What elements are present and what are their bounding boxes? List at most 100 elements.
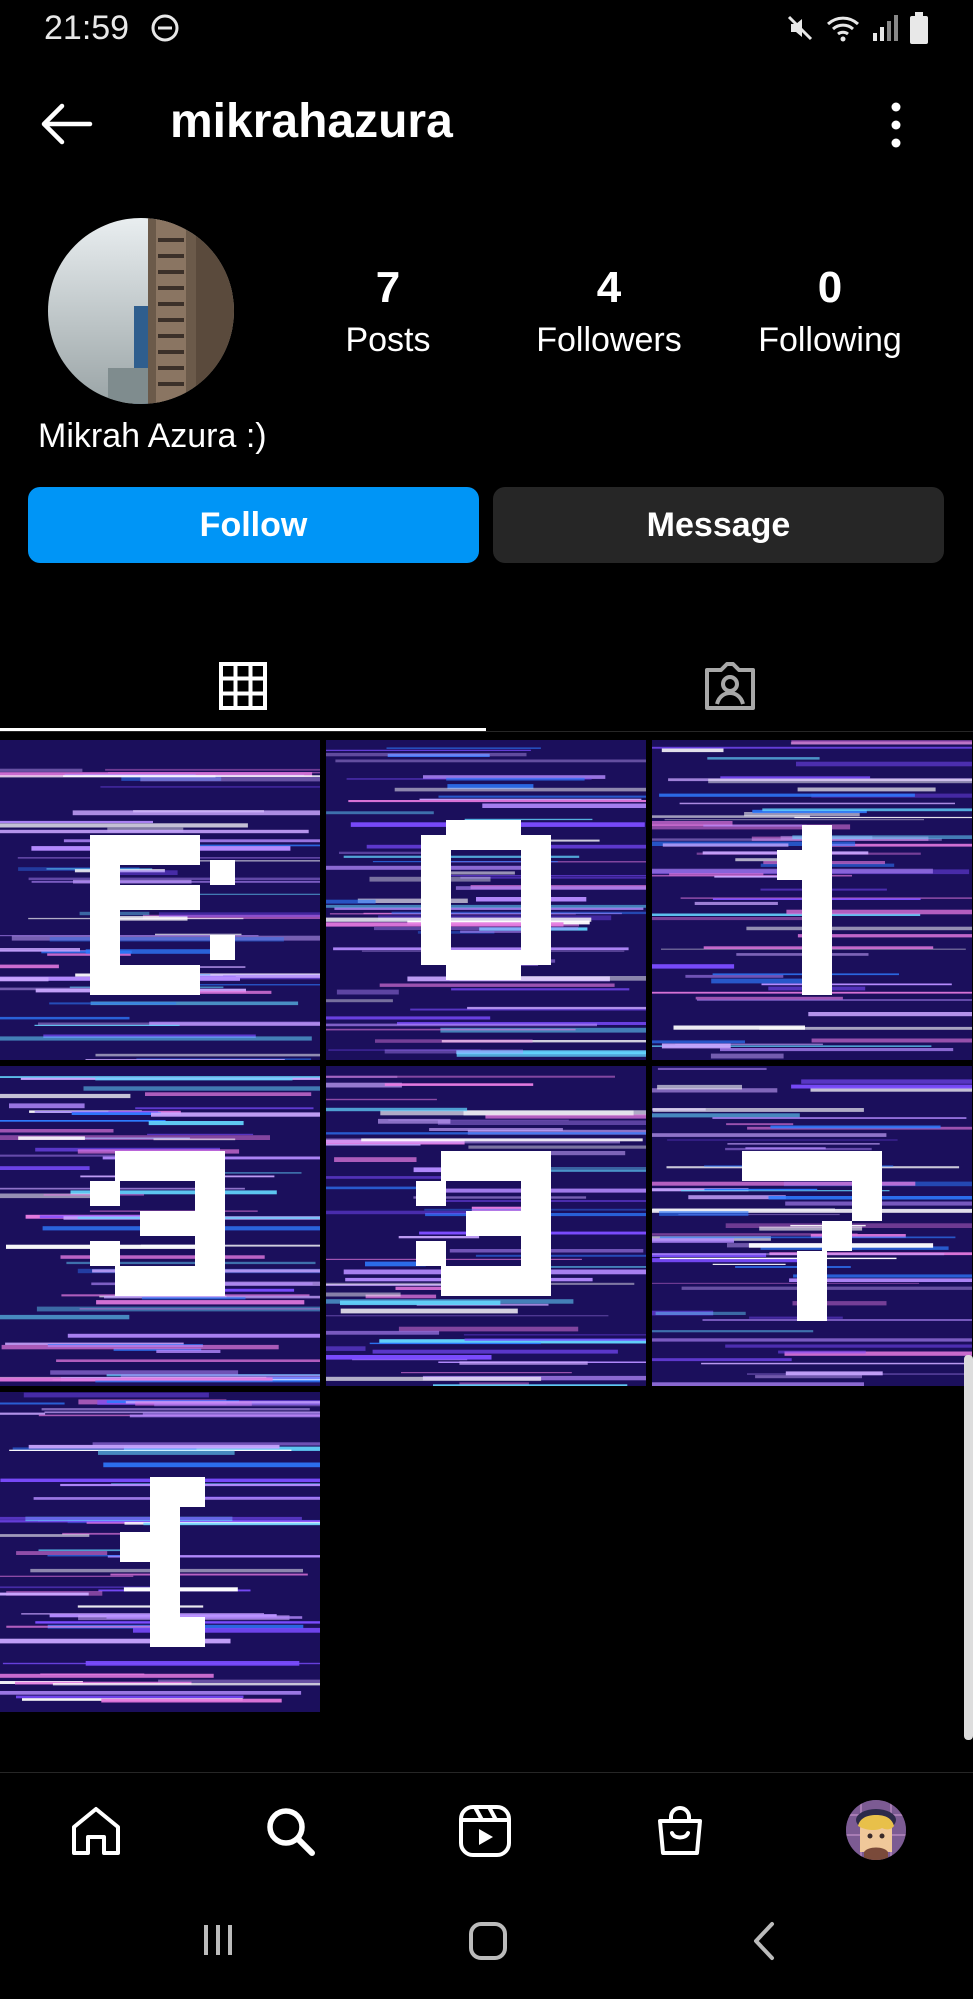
- glitch-line: [378, 1118, 451, 1124]
- profile-avatar[interactable]: [48, 218, 234, 404]
- glitch-line: [72, 810, 320, 816]
- post-glyph-block: [150, 1617, 205, 1647]
- glitch-line: [326, 1098, 437, 1101]
- glitch-line: [52, 1683, 320, 1686]
- glitch-line: [0, 768, 83, 772]
- stat-following[interactable]: 0 Following: [730, 262, 930, 362]
- glitch-line: [85, 1059, 285, 1060]
- back-arrow-icon[interactable]: [38, 100, 94, 148]
- post-glyph-block: [150, 1477, 205, 1507]
- post-tile[interactable]: [652, 1066, 972, 1386]
- glitch-line: [712, 1117, 967, 1119]
- glitch-line: [770, 1125, 941, 1129]
- glitch-line: [18, 1136, 85, 1140]
- recent-apps-icon[interactable]: [198, 1920, 238, 1960]
- glitch-line: [438, 795, 646, 798]
- glitch-line: [49, 1002, 177, 1005]
- glitch-line: [703, 824, 807, 827]
- glitch-line: [67, 1333, 320, 1338]
- post-tile[interactable]: [0, 740, 320, 1060]
- post-glyph-block: [90, 965, 200, 995]
- glitch-line: [386, 747, 541, 749]
- glitch-line: [375, 1039, 533, 1043]
- glitch-line: [0, 948, 80, 952]
- post-tile[interactable]: [0, 1392, 320, 1712]
- glitch-line: [394, 787, 646, 792]
- post-glyph-block: [90, 1181, 120, 1206]
- glitch-line: [28, 877, 320, 881]
- home-icon[interactable]: [68, 1803, 124, 1859]
- glitch-line: [326, 1016, 491, 1020]
- mute-icon: [787, 15, 813, 41]
- glitch-line: [661, 748, 724, 753]
- glitch-line: [746, 926, 972, 931]
- glitch-line: [401, 1372, 572, 1374]
- glitch-line: [0, 1575, 134, 1577]
- post-glyph-block: [822, 1221, 852, 1251]
- display-name: Mikrah Azura :): [38, 417, 267, 455]
- glitch-line: [361, 1138, 643, 1142]
- glitch-line: [372, 1349, 618, 1354]
- glitch-line: [151, 1112, 320, 1117]
- more-options-icon[interactable]: [882, 98, 910, 152]
- glitch-line: [468, 1145, 646, 1149]
- post-glyph-block: [115, 1151, 225, 1181]
- search-icon[interactable]: [262, 1803, 318, 1859]
- glitch-line: [326, 1107, 468, 1112]
- glitch-line: [652, 1338, 972, 1342]
- post-tile[interactable]: [0, 1066, 320, 1386]
- post-tile[interactable]: [326, 740, 646, 1060]
- glitch-line: [95, 1380, 320, 1383]
- scrollbar[interactable]: [964, 1355, 973, 1740]
- home-button-icon[interactable]: [467, 1920, 509, 1962]
- glitch-line: [785, 1371, 883, 1376]
- tab-tagged[interactable]: [487, 640, 973, 732]
- glitch-line: [0, 829, 309, 834]
- glitch-line: [77, 1605, 204, 1608]
- post-glyph-block: [446, 820, 521, 850]
- glitch-line: [156, 1349, 221, 1353]
- reels-icon[interactable]: [457, 1803, 513, 1859]
- following-count: 0: [817, 263, 843, 312]
- glitch-line: [695, 996, 843, 1000]
- glitch-line: [675, 1043, 823, 1046]
- glitch-line: [326, 749, 531, 751]
- post-tile[interactable]: [326, 1066, 646, 1386]
- stat-followers[interactable]: 4 Followers: [509, 262, 709, 362]
- glitch-line: [446, 777, 585, 781]
- glitch-line: [326, 1376, 542, 1381]
- glitch-line: [669, 873, 764, 876]
- post-glyph-block: [210, 860, 235, 885]
- glitch-line: [791, 740, 972, 745]
- glitch-line: [379, 983, 615, 987]
- profile-tab-avatar[interactable]: [846, 1800, 906, 1860]
- post-tile[interactable]: [652, 740, 972, 1060]
- glitch-line: [437, 1120, 646, 1125]
- tab-posts-grid[interactable]: [0, 640, 486, 732]
- glitch-line: [659, 1211, 749, 1216]
- shop-icon[interactable]: [652, 1803, 708, 1859]
- message-button[interactable]: Message: [493, 487, 944, 563]
- glitch-line: [0, 820, 153, 824]
- glitch-line: [140, 776, 320, 782]
- post-glyph-block: [466, 1211, 551, 1236]
- glitch-line: [0, 1592, 89, 1596]
- glitch-line: [652, 815, 810, 818]
- glitch-line: [326, 1075, 615, 1078]
- glitch-line: [811, 1038, 972, 1043]
- post-glyph-block: [140, 1211, 225, 1236]
- tagged-icon: [705, 662, 755, 710]
- post-glyph-block: [416, 1181, 446, 1206]
- glitch-line: [655, 1311, 746, 1315]
- glitch-line: [28, 1444, 280, 1449]
- glitch-line: [433, 1384, 628, 1386]
- glitch-line: [701, 1362, 972, 1365]
- stat-posts[interactable]: 7 Posts: [288, 262, 488, 362]
- glitch-line: [711, 978, 806, 984]
- follow-button[interactable]: Follow: [28, 487, 479, 563]
- signal-icon: [873, 15, 898, 41]
- system-back-icon[interactable]: [746, 1920, 782, 1962]
- glitch-line: [326, 1028, 576, 1031]
- glitch-line: [652, 1282, 920, 1284]
- glitch-line: [657, 1067, 767, 1070]
